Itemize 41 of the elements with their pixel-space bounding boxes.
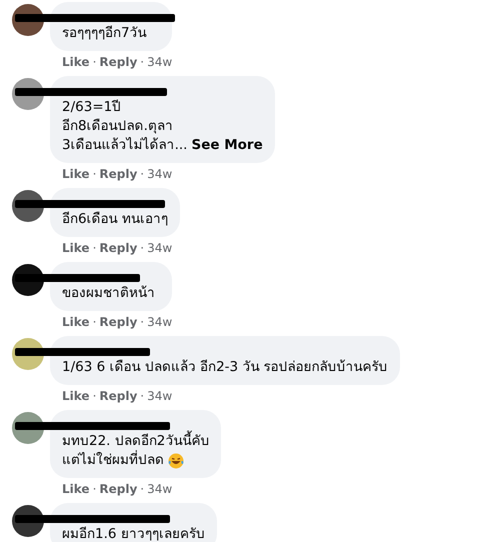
comment-text: 2/63=1ปี	[62, 98, 122, 117]
like-link[interactable]: Like	[62, 55, 90, 69]
separator-dot: ·	[92, 55, 96, 69]
reply-link[interactable]: Reply	[99, 389, 138, 403]
comment-text: อีก6เดือน ทนเอาๆ	[62, 210, 168, 229]
comment-text: 3เดือนแล้วไม่ได้ลา...	[62, 136, 188, 155]
comment-text: ผมอีก1.6 ยาวๆๆเลยครับ	[62, 525, 205, 542]
reply-link[interactable]: Reply	[99, 55, 138, 69]
reply-link[interactable]: Reply	[99, 315, 138, 329]
separator-dot: ·	[140, 55, 144, 69]
separator-dot: ·	[92, 315, 96, 329]
like-link[interactable]: Like	[62, 482, 90, 496]
separator-dot: ·	[92, 167, 96, 181]
separator-dot: ·	[92, 482, 96, 496]
reply-link[interactable]: Reply	[99, 241, 138, 255]
separator-dot: ·	[140, 389, 144, 403]
separator-dot: ·	[92, 241, 96, 255]
see-more-link[interactable]: See More	[191, 136, 263, 155]
comment-text: ของผมชาติหน้า	[62, 284, 155, 303]
reply-link[interactable]: Reply	[99, 482, 138, 496]
comment-time: 34w	[147, 55, 172, 69]
reply-link[interactable]: Reply	[99, 167, 138, 181]
comment-time: 34w	[147, 389, 172, 403]
separator-dot: ·	[92, 389, 96, 403]
comment-text: 1/63 6 เดือน ปลดแล้ว อีก2-3 วัน รอปล่อยกลับบ้านครับ	[62, 358, 388, 377]
comment-time: 34w	[147, 482, 172, 496]
like-link[interactable]: Like	[62, 167, 90, 181]
comment-time: 34w	[147, 241, 172, 255]
like-link[interactable]: Like	[62, 241, 90, 255]
comment-text: อีก8เดือนปลด.ตุลา	[62, 117, 173, 136]
separator-dot: ·	[140, 315, 144, 329]
separator-dot: ·	[140, 482, 144, 496]
separator-dot: ·	[140, 241, 144, 255]
like-link[interactable]: Like	[62, 315, 90, 329]
comment-time: 34w	[147, 315, 172, 329]
separator-dot: ·	[140, 167, 144, 181]
comment-text: รอๆๆๆๆอีก7วัน	[62, 24, 147, 43]
comment-text: แต่ไม่ใช่ผมที่ปลด	[62, 451, 164, 470]
comment-text: มทบ22. ปลดอีก2วันนี้คับ	[62, 432, 210, 451]
comment-time: 34w	[147, 167, 172, 181]
like-link[interactable]: Like	[62, 389, 90, 403]
